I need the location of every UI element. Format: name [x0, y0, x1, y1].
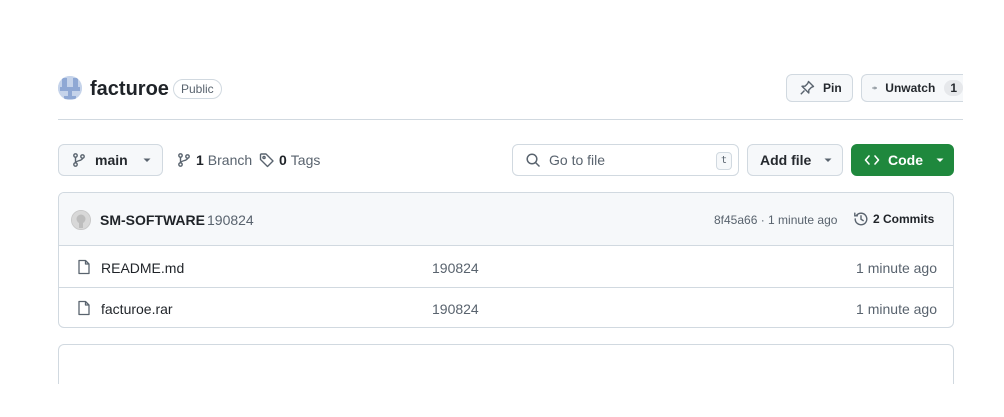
- visibility-badge: Public: [173, 79, 222, 99]
- file-row[interactable]: facturoe.rar 190824 1 minute ago: [59, 288, 953, 327]
- chevron-down-icon: [143, 158, 151, 162]
- file-icon: [78, 259, 90, 275]
- unwatch-label: Unwatch: [885, 81, 936, 95]
- file-time: 1 minute ago: [856, 260, 937, 276]
- file-list: SM-SOFTWARE 190824 8f45a66 · 1 minute ag…: [58, 192, 954, 328]
- tags-count: 0: [279, 152, 287, 168]
- commit-author[interactable]: SM-SOFTWARE: [100, 212, 205, 228]
- eye-icon: [872, 86, 878, 90]
- repo-name[interactable]: facturoe: [90, 76, 169, 102]
- tags-link[interactable]: 0 Tags: [259, 144, 320, 176]
- commit-author-avatar[interactable]: [71, 210, 91, 230]
- branch-selector[interactable]: main: [58, 144, 163, 176]
- watch-count: 1: [944, 80, 963, 96]
- add-file-button[interactable]: Add file: [747, 144, 843, 176]
- pin-button[interactable]: Pin: [786, 74, 853, 102]
- go-to-file-input[interactable]: Go to file t: [512, 144, 739, 176]
- pin-label: Pin: [823, 81, 842, 95]
- git-branch-icon: [73, 153, 85, 167]
- shortcut-key: t: [716, 152, 732, 170]
- unwatch-button[interactable]: Unwatch 1: [861, 74, 963, 102]
- add-file-label: Add file: [760, 152, 812, 168]
- go-to-file-placeholder: Go to file: [549, 152, 606, 168]
- branches-count: 1: [196, 152, 204, 168]
- file-name[interactable]: facturoe.rar: [101, 301, 173, 317]
- branch-name: main: [95, 152, 128, 168]
- tags-label: Tags: [290, 152, 321, 168]
- code-button[interactable]: Code: [851, 144, 954, 176]
- file-commit-message[interactable]: 190824: [432, 301, 479, 317]
- repo-toolbar: main 1 Branch 0 Tags Go to file t Add fi…: [58, 144, 954, 176]
- history-icon: [854, 212, 868, 226]
- commit-hash-time[interactable]: 8f45a66 · 1 minute ago: [714, 213, 837, 227]
- search-icon: [526, 153, 541, 168]
- owner-avatar[interactable]: [58, 76, 82, 100]
- readme-panel: [58, 344, 954, 384]
- file-icon: [78, 300, 90, 316]
- chevron-down-icon: [936, 158, 944, 162]
- repo-header: facturoe Public Pin Unwatch 1: [58, 74, 963, 120]
- git-branch-icon: [178, 153, 190, 167]
- latest-commit-bar: SM-SOFTWARE 190824 8f45a66 · 1 minute ag…: [59, 193, 953, 246]
- file-row[interactable]: README.md 190824 1 minute ago: [59, 247, 953, 288]
- pin-icon: [800, 80, 815, 95]
- file-time: 1 minute ago: [856, 301, 937, 317]
- file-commit-message[interactable]: 190824: [432, 260, 479, 276]
- branches-label: Branch: [207, 152, 253, 168]
- commits-label: 2 Commits: [873, 212, 935, 226]
- branches-link[interactable]: 1 Branch: [176, 144, 252, 176]
- chevron-down-icon: [824, 158, 832, 162]
- tag-icon: [259, 153, 274, 168]
- commits-link[interactable]: 2 Commits: [853, 211, 934, 227]
- code-icon: [864, 155, 880, 165]
- code-label: Code: [888, 152, 923, 168]
- file-name[interactable]: README.md: [101, 260, 184, 276]
- commit-message[interactable]: 190824: [207, 212, 254, 228]
